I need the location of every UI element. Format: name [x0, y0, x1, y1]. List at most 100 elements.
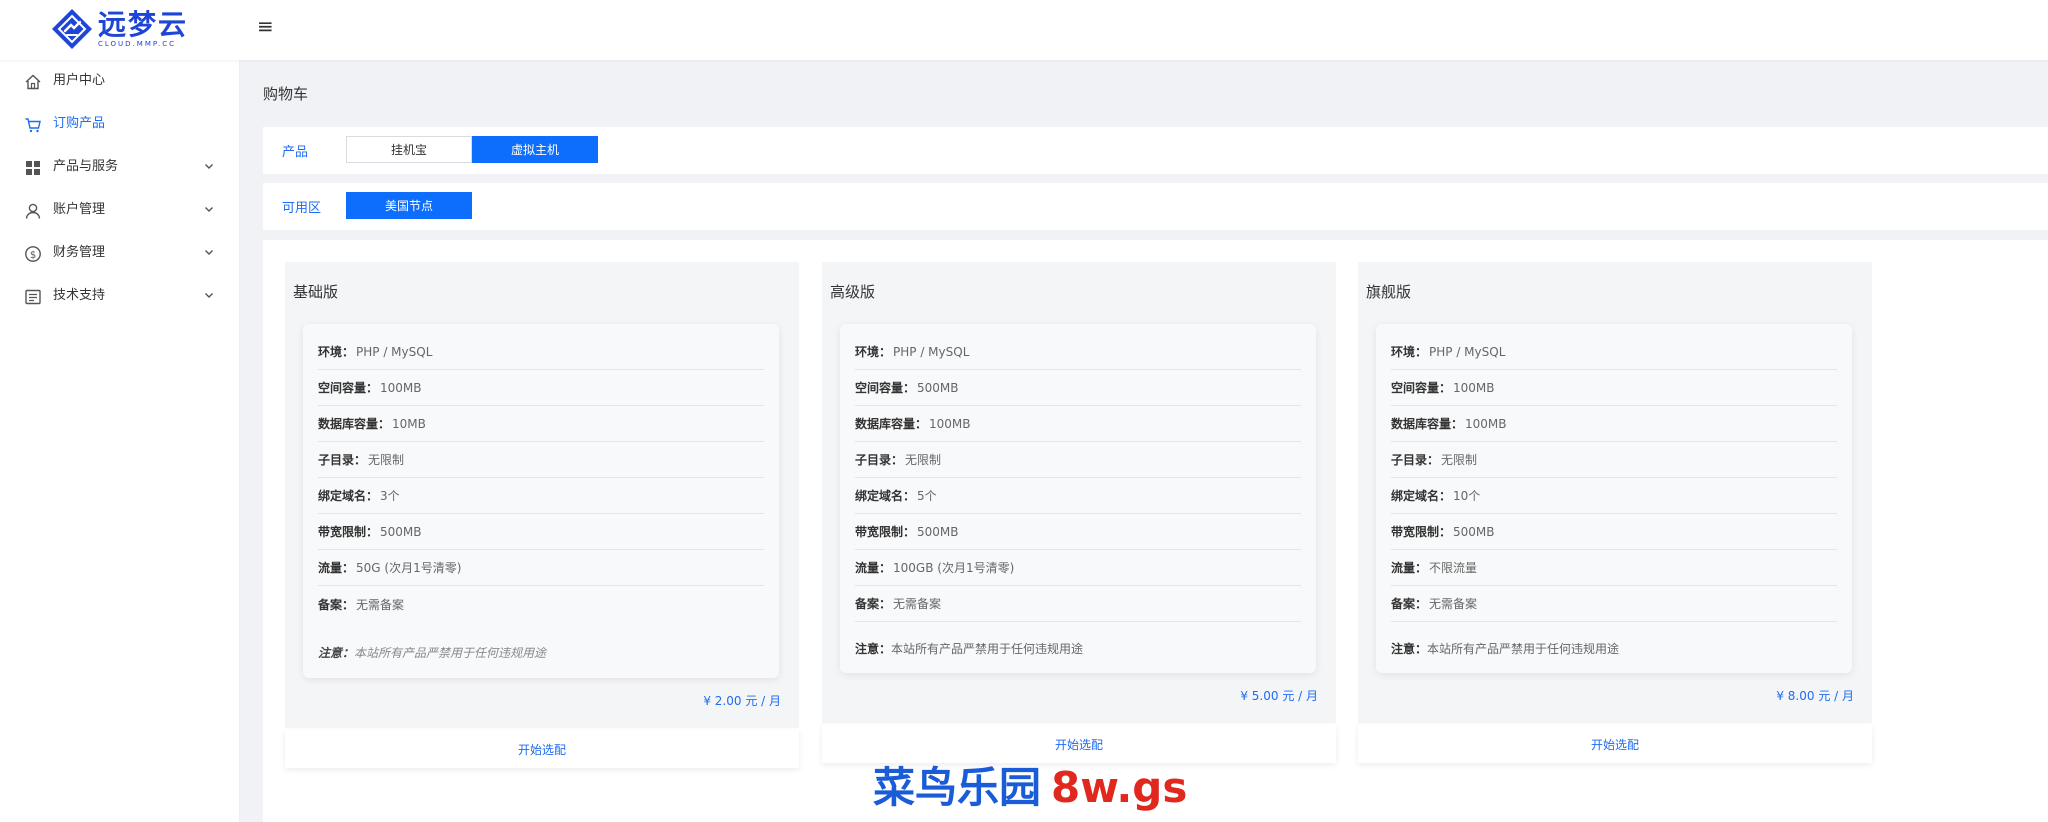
product-option-virtual-host[interactable]: 虚拟主机	[472, 136, 598, 163]
logo[interactable]: 远梦云 CLOUD.MMP.CC	[50, 4, 200, 54]
spec-value: 无需备案	[893, 597, 942, 611]
start-config-button[interactable]: 开始选配	[285, 730, 799, 768]
logo-diamond-icon	[52, 9, 92, 49]
zone-filter-row: 可用区 美国节点	[263, 183, 2048, 230]
sidebar-item-label: 订购产品	[53, 116, 106, 131]
plan-name: 基础版	[293, 283, 339, 301]
top-header: 远梦云 CLOUD.MMP.CC ≡	[0, 0, 2048, 60]
dollar-icon: $	[25, 246, 41, 262]
notice: 注意：本站所有产品严禁用于任何违规用途	[855, 640, 1083, 657]
sidebar-item-support[interactable]: 技术支持	[0, 275, 240, 318]
spec-value: 10MB	[392, 416, 426, 431]
notice: 注意：本站所有产品严禁用于任何违规用途	[1391, 640, 1619, 657]
spec-card: 环境： PHP / MySQL 空间容量： 100MB 数据库容量： 10MB 子目录…	[303, 324, 779, 678]
spec-value: 500MB	[1453, 524, 1495, 539]
grid-icon	[26, 161, 40, 175]
menu-toggle-icon[interactable]: ≡	[257, 14, 274, 38]
plan-price: ¥ 8.00 元 / 月	[1776, 689, 1854, 703]
spec-value: 100MB	[929, 416, 971, 431]
spec-row: 环境： PHP / MySQL	[1391, 334, 1837, 370]
spec-row: 流量： 100GB (次月1号清零)	[855, 550, 1301, 586]
chevron-down-icon	[205, 207, 213, 212]
plan-name: 旗舰版	[1366, 283, 1412, 301]
spec-row: 带宽限制： 500MB	[1391, 514, 1837, 550]
notice-key: 注意：	[318, 646, 355, 660]
spec-key: 流量：	[1391, 561, 1428, 575]
spec-value: 100MB	[1465, 416, 1507, 431]
watermark-cn: 菜鸟乐园	[873, 763, 1042, 812]
spec-value: PHP / MySQL	[893, 344, 970, 359]
spec-row: 子目录： 无限制	[318, 442, 764, 478]
notice-key: 注意：	[855, 642, 892, 656]
spec-key: 带宽限制：	[1391, 525, 1452, 539]
sidebar-item-account[interactable]: 账户管理	[0, 189, 240, 232]
notice: 注意：本站所有产品严禁用于任何违规用途	[318, 644, 546, 661]
chevron-down-icon	[205, 293, 213, 298]
spec-card: 环境： PHP / MySQL 空间容量： 500MB 数据库容量： 100MB 子目…	[840, 324, 1316, 673]
spec-row: 流量： 50G (次月1号清零)	[318, 550, 764, 586]
spec-value: 无限制	[905, 453, 942, 467]
spec-value: 无需备案	[1429, 597, 1478, 611]
spec-value: 500MB	[917, 380, 959, 395]
spec-row: 子目录： 无限制	[1391, 442, 1837, 478]
spec-row: 空间容量： 500MB	[855, 370, 1301, 406]
logo-name: 远梦云	[98, 7, 189, 41]
spec-value: 50G (次月1号清零)	[356, 561, 462, 575]
sidebar-item-order-products[interactable]: 订购产品	[0, 103, 240, 146]
spec-row: 绑定域名： 10个	[1391, 478, 1837, 514]
sidebar-item-finance[interactable]: $ 财务管理	[0, 232, 240, 275]
spec-value: 100GB (次月1号清零)	[893, 561, 1015, 575]
chevron-down-icon	[205, 164, 213, 169]
spec-row: 备案： 无需备案	[1391, 586, 1837, 622]
notice-key: 注意：	[1391, 642, 1428, 656]
start-config-button[interactable]: 开始选配	[1358, 725, 1872, 763]
plan-price: ¥ 5.00 元 / 月	[1240, 689, 1318, 703]
spec-key: 数据库容量：	[318, 417, 391, 431]
zone-option-us-node[interactable]: 美国节点	[346, 192, 472, 219]
user-icon	[25, 203, 41, 219]
zone-filter-label: 可用区	[282, 201, 322, 216]
sidebar-item-products-services[interactable]: 产品与服务	[0, 146, 240, 189]
spec-key: 数据库容量：	[1391, 417, 1464, 431]
product-filter-label: 产品	[282, 145, 309, 160]
spec-row: 带宽限制： 500MB	[855, 514, 1301, 550]
sidebar: 用户中心 订购产品 产品与服务 账户管理 $ 财务管理 技术支持	[0, 60, 240, 822]
sidebar-item-user-center[interactable]: 用户中心	[0, 60, 240, 103]
plan-price: ¥ 2.00 元 / 月	[703, 694, 781, 708]
spec-key: 流量：	[318, 561, 355, 575]
spec-key: 环境：	[318, 345, 355, 359]
spec-row: 数据库容量： 10MB	[318, 406, 764, 442]
spec-key: 子目录：	[318, 453, 367, 467]
logo-subtitle: CLOUD.MMP.CC	[98, 39, 176, 48]
spec-value: 3个	[380, 489, 400, 503]
spec-key: 空间容量：	[855, 381, 916, 395]
spec-value: 500MB	[917, 524, 959, 539]
spec-key: 绑定域名：	[1391, 489, 1452, 503]
sidebar-item-label: 用户中心	[53, 73, 106, 88]
spec-row: 数据库容量： 100MB	[855, 406, 1301, 442]
product-option-guajibao[interactable]: 挂机宝	[346, 136, 472, 163]
spec-row: 数据库容量： 100MB	[1391, 406, 1837, 442]
page-title: 购物车	[263, 85, 309, 103]
notice-text: 本站所有产品严禁用于任何违规用途	[891, 642, 1084, 656]
spec-key: 备案：	[1391, 597, 1428, 611]
spec-row: 空间容量： 100MB	[318, 370, 764, 406]
spec-key: 环境：	[1391, 345, 1428, 359]
start-config-button[interactable]: 开始选配	[822, 725, 1336, 763]
spec-key: 数据库容量：	[855, 417, 928, 431]
spec-key: 带宽限制：	[318, 525, 379, 539]
spec-card: 环境： PHP / MySQL 空间容量： 100MB 数据库容量： 100MB 子目…	[1376, 324, 1852, 673]
plan-name: 高级版	[830, 283, 876, 301]
spec-row: 带宽限制： 500MB	[318, 514, 764, 550]
notice-text: 本站所有产品严禁用于任何违规用途	[354, 646, 547, 660]
spec-value: 无需备案	[356, 597, 405, 612]
document-icon	[25, 289, 41, 305]
svg-text:$: $	[30, 250, 36, 261]
spec-value: 100MB	[1453, 380, 1495, 395]
spec-key: 备案：	[318, 597, 355, 612]
chevron-down-icon	[205, 250, 213, 255]
sidebar-item-label: 财务管理	[53, 245, 106, 260]
spec-value: 无限制	[1441, 453, 1478, 467]
product-filter-row: 产品 挂机宝 虚拟主机	[263, 127, 2048, 174]
spec-key: 绑定域名：	[318, 489, 379, 503]
